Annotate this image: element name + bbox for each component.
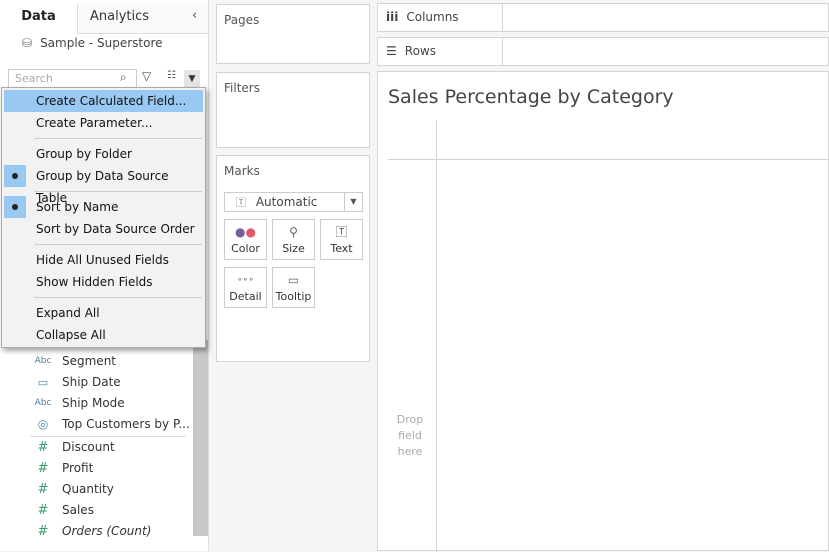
menu-separator: [34, 244, 202, 245]
button-label: Detail: [229, 290, 262, 303]
number-icon: #: [37, 461, 49, 476]
menu-create-parameter[interactable]: Create Parameter...: [4, 112, 203, 134]
field-ship-date[interactable]: ▭ Ship Date: [34, 372, 121, 393]
datasource[interactable]: ⛁ Sample - Superstore: [22, 36, 163, 50]
marks-label: Marks: [224, 164, 260, 178]
marks-card: Marks 🅃 Automatic ▼ ●● Color ⚲ Size 🅃 Text …: [216, 155, 370, 362]
menu-create-calculated-field[interactable]: Create Calculated Field...: [4, 90, 203, 112]
rows-label: Rows: [404, 44, 436, 58]
number-icon: #: [37, 482, 49, 497]
button-label: Size: [282, 242, 305, 255]
tab-data[interactable]: Data: [0, 4, 77, 34]
axis-line-vertical: [436, 120, 437, 552]
menu-separator: [34, 138, 202, 139]
menu-group-by-data-source-table[interactable]: Group by Data Source Table: [4, 165, 203, 205]
field-quantity[interactable]: # Quantity: [34, 479, 114, 500]
pages-label: Pages: [224, 13, 260, 27]
view-title[interactable]: Sales Percentage by Category: [388, 86, 674, 108]
field-sales[interactable]: # Sales: [34, 500, 94, 521]
search-icon: ⌕: [120, 70, 127, 84]
columns-icon: iii: [386, 10, 399, 24]
radio-selected-icon: [4, 196, 26, 218]
filters-card[interactable]: Filters: [216, 72, 370, 148]
view-canvas: Sales Percentage by Category Drop field …: [377, 71, 829, 552]
tooltip-button[interactable]: ▭ Tooltip: [272, 267, 315, 308]
set-icon: ◎: [37, 417, 49, 431]
field-label: Ship Mode: [62, 396, 125, 410]
text-icon: 🅃: [335, 225, 348, 239]
filters-label: Filters: [224, 81, 260, 95]
menu-label: Sort by Name: [36, 200, 119, 214]
menu-separator: [34, 297, 202, 298]
radio-selected-icon: [4, 165, 26, 187]
field-label: Sales: [62, 503, 94, 517]
field-label: Top Customers by P...: [62, 417, 190, 431]
axis-line-horizontal: [388, 159, 829, 160]
mark-type-dropdown[interactable]: 🅃 Automatic ▼: [224, 192, 363, 212]
text-mark-icon: 🅃: [236, 198, 246, 209]
datasource-name: Sample - Superstore: [40, 36, 163, 50]
size-icon: ⚲: [289, 225, 298, 239]
menu-hide-all-unused-fields[interactable]: Hide All Unused Fields: [4, 249, 203, 271]
menu-expand-all[interactable]: Expand All: [4, 302, 203, 324]
number-icon: #: [37, 440, 49, 455]
collapse-pane-icon[interactable]: ‹: [192, 8, 197, 23]
number-icon: #: [37, 503, 49, 518]
number-icon: #: [37, 524, 49, 539]
color-icon: ●●: [235, 225, 256, 239]
menu-show-hidden-fields[interactable]: Show Hidden Fields: [4, 271, 203, 293]
scrollbar[interactable]: [193, 340, 208, 536]
columns-label: Columns: [406, 10, 459, 24]
button-label: Text: [330, 242, 353, 255]
field-profit[interactable]: # Profit: [34, 458, 94, 479]
calendar-icon: ▭: [37, 376, 49, 389]
rows-shelf[interactable]: ☰ Rows: [377, 37, 829, 66]
field-label: Orders (Count): [62, 524, 152, 538]
database-icon: ⛁: [22, 36, 33, 50]
string-icon: Abc: [34, 398, 52, 408]
tab-analytics[interactable]: Analytics: [77, 4, 208, 34]
field-label: Quantity: [62, 482, 114, 496]
field-label: Ship Date: [62, 375, 121, 389]
menu-separator: [34, 191, 202, 192]
field-top-customers[interactable]: ◎ Top Customers by P...: [34, 414, 190, 435]
detail-button[interactable]: ∘∘∘ Detail: [224, 267, 267, 308]
rows-icon: ☰: [386, 44, 397, 58]
field-label: Profit: [62, 461, 94, 475]
columns-shelf[interactable]: iii Columns: [377, 3, 829, 32]
pages-card[interactable]: Pages: [216, 4, 370, 64]
detail-icon: ∘∘∘: [237, 275, 254, 285]
field-ship-mode[interactable]: Abc Ship Mode: [34, 393, 125, 414]
chevron-down-icon: ▼: [344, 193, 362, 211]
menu-sort-by-name[interactable]: Sort by Name: [4, 196, 203, 218]
string-icon: Abc: [34, 356, 52, 366]
text-button[interactable]: 🅃 Text: [320, 219, 363, 260]
drop-field-hint[interactable]: Drop field here: [392, 412, 428, 460]
pane-menu-dropdown[interactable]: ▼: [184, 70, 200, 88]
mark-type-value: Automatic: [255, 195, 318, 209]
field-orders-count[interactable]: # Orders (Count): [34, 521, 152, 542]
search-input[interactable]: Search: [8, 69, 137, 89]
field-segment[interactable]: Abc Segment: [34, 351, 116, 372]
pane-context-menu: Create Calculated Field... Create Parame…: [1, 87, 206, 348]
button-label: Color: [231, 242, 260, 255]
view-list-icon[interactable]: ☷: [167, 70, 176, 81]
menu-sort-by-data-source-order[interactable]: Sort by Data Source Order: [4, 218, 203, 240]
field-label: Segment: [62, 354, 116, 368]
menu-group-by-folder[interactable]: Group by Folder: [4, 143, 203, 165]
filter-icon[interactable]: ▽: [142, 69, 151, 83]
field-label: Discount: [62, 440, 115, 454]
tooltip-icon: ▭: [287, 273, 300, 287]
color-button[interactable]: ●● Color: [224, 219, 267, 260]
size-button[interactable]: ⚲ Size: [272, 219, 315, 260]
field-discount[interactable]: # Discount: [34, 437, 115, 458]
button-label: Tooltip: [275, 290, 312, 303]
menu-collapse-all[interactable]: Collapse All: [4, 324, 203, 346]
